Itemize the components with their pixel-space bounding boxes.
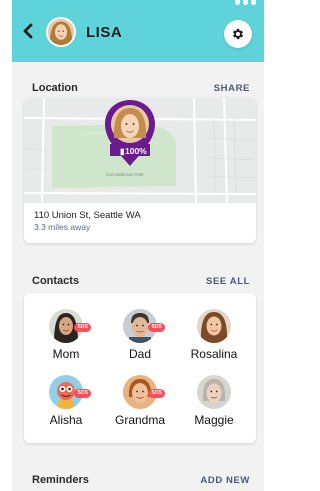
share-button[interactable]: SHARE bbox=[214, 83, 250, 94]
battery-icon: ▮ bbox=[120, 147, 124, 156]
avatar: SOS bbox=[49, 309, 91, 343]
battery-level: 100% bbox=[125, 146, 147, 156]
back-button[interactable] bbox=[20, 22, 36, 40]
contact-name: Rosalina bbox=[190, 347, 238, 361]
location-address: 110 Union St, Seattle WA bbox=[34, 210, 141, 221]
avatar: SOS bbox=[123, 309, 165, 343]
app-screen: LISA Location SHARE Cal Anderson Park ▮ … bbox=[12, 0, 264, 491]
reminders-title: Reminders bbox=[32, 474, 89, 486]
contact-name: Alisha bbox=[49, 413, 83, 427]
contacts-title: Contacts bbox=[32, 275, 80, 287]
status-indicator bbox=[235, 0, 256, 5]
avatar bbox=[197, 309, 231, 343]
gear-icon bbox=[232, 28, 244, 40]
sos-badge: SOS bbox=[74, 389, 91, 398]
map-place-label: Cal Anderson Park bbox=[106, 172, 144, 177]
sos-badge: SOS bbox=[74, 323, 91, 332]
contact-name: Mom bbox=[52, 347, 80, 361]
location-map[interactable]: Cal Anderson Park ▮ 100% bbox=[24, 98, 256, 204]
add-new-button[interactable]: ADD NEW bbox=[200, 475, 250, 486]
app-header: LISA bbox=[12, 0, 264, 62]
contact-maggie[interactable]: Maggie bbox=[176, 375, 252, 427]
chevron-left-icon bbox=[23, 23, 33, 39]
avatar: SOS bbox=[123, 375, 165, 409]
sos-badge: SOS bbox=[148, 389, 165, 398]
settings-button[interactable] bbox=[224, 20, 252, 48]
contacts-card: SOS Mom SOS Dad Rosalina SOS Alisha SOS … bbox=[24, 293, 256, 443]
contact-mom[interactable]: SOS Mom bbox=[28, 309, 104, 361]
avatar bbox=[197, 375, 231, 409]
contact-dad[interactable]: SOS Dad bbox=[102, 309, 178, 361]
contact-alisha[interactable]: SOS Alisha bbox=[28, 375, 104, 427]
sos-badge: SOS bbox=[148, 323, 165, 332]
profile-avatar[interactable] bbox=[46, 17, 76, 47]
contact-name: Grandma bbox=[114, 413, 166, 427]
profile-name: LISA bbox=[86, 24, 123, 41]
contact-name: Dad bbox=[128, 347, 151, 361]
location-card[interactable]: Cal Anderson Park ▮ 100% 110 Union St, S… bbox=[24, 98, 256, 243]
contact-rosalina[interactable]: Rosalina bbox=[176, 309, 252, 361]
see-all-button[interactable]: SEE ALL bbox=[206, 276, 250, 287]
location-title: Location bbox=[32, 82, 78, 94]
contact-grandma[interactable]: SOS Grandma bbox=[102, 375, 178, 427]
contact-name: Maggie bbox=[194, 413, 234, 427]
location-distance: 3.3 miles away bbox=[34, 222, 91, 232]
avatar: SOS bbox=[49, 375, 91, 409]
